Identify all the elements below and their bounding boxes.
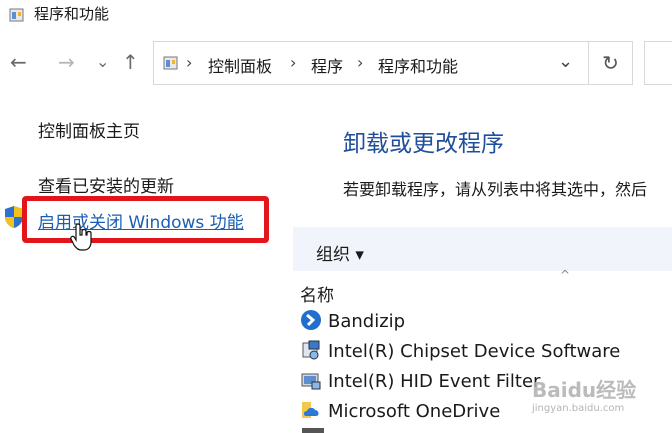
program-name: Microsoft OneDrive (328, 401, 501, 422)
list-item[interactable]: Intel(R) HID Event Filter (300, 369, 540, 392)
page-title: 卸载或更改程序 (343, 131, 504, 157)
window-title: 程序和功能 (34, 5, 110, 23)
installer-icon (301, 373, 321, 390)
address-bar[interactable]: › 控制面板 › 程序 › 程序和功能 ⌄ (153, 41, 589, 85)
search-box[interactable] (644, 41, 672, 85)
program-name: Intel(R) HID Event Filter (328, 371, 541, 392)
sidebar-item-view-installed-updates[interactable]: 查看已安装的更新 (38, 172, 174, 197)
back-button[interactable]: ← (10, 52, 27, 72)
control-panel-icon (9, 8, 24, 22)
recent-locations-button[interactable]: ⌄ (96, 52, 109, 72)
baidu-watermark: Baidu经验 jingyan.baidu.com (532, 374, 636, 414)
breadcrumb-programs-and-features[interactable]: 程序和功能 (378, 53, 458, 77)
forward-button[interactable]: → (58, 52, 75, 72)
breadcrumb-separator: › (186, 53, 193, 72)
up-button[interactable]: ↑ (122, 52, 139, 72)
onedrive-icon (302, 402, 319, 418)
page-description: 若要卸载程序，请从列表中将其选中，然后 (343, 180, 648, 199)
breadcrumb-programs[interactable]: 程序 (311, 53, 343, 77)
list-item[interactable]: Microsoft OneDrive (300, 399, 500, 422)
installer-icon (302, 340, 320, 360)
sort-indicator-icon: ^ (560, 268, 571, 282)
refresh-button[interactable]: ↻ (588, 41, 633, 85)
list-item[interactable]: Bandizip (300, 309, 405, 332)
sidebar-item-control-panel-home[interactable]: 控制面板主页 (38, 117, 140, 142)
breadcrumb-separator: › (290, 53, 297, 72)
chevron-down-icon[interactable]: ⌄ (558, 51, 573, 72)
list-item[interactable]: Intel(R) Chipset Device Software (300, 339, 620, 362)
column-header-name[interactable]: 名称 (300, 281, 334, 306)
program-icon-partial (302, 428, 324, 433)
watermark-url: jingyan.baidu.com (532, 403, 625, 414)
program-name: Intel(R) Chipset Device Software (328, 341, 621, 362)
breadcrumb-separator: › (357, 53, 364, 72)
highlight-box (22, 196, 269, 243)
watermark-text: Baidu经验 (532, 378, 637, 402)
hand-cursor-icon (70, 223, 92, 251)
bandizip-icon (301, 310, 321, 330)
program-name: Bandizip (328, 311, 406, 332)
control-panel-icon (163, 56, 178, 70)
title-bar: 程序和功能 (0, 0, 672, 30)
organize-button[interactable]: 组织 ▾ (316, 240, 364, 265)
breadcrumb-control-panel[interactable]: 控制面板 (208, 53, 272, 77)
